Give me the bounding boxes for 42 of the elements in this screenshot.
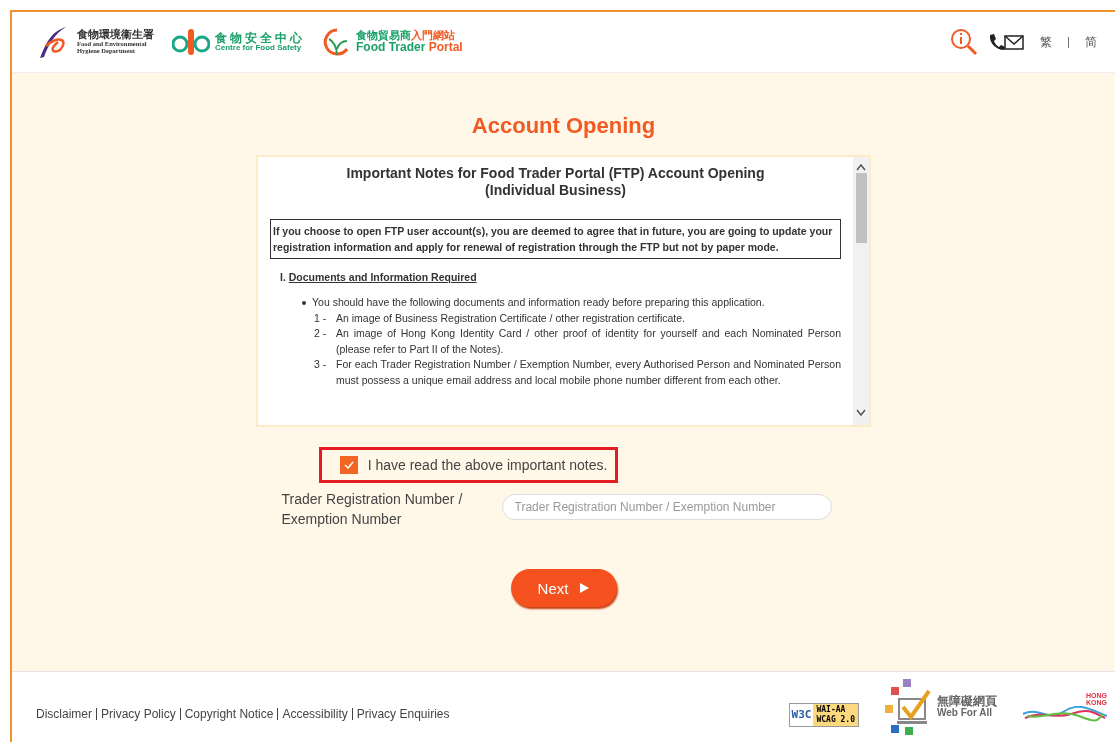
agree-checkbox[interactable]	[339, 456, 358, 474]
section-heading: I. Documents and Information Required	[279, 271, 478, 283]
logo-chinese-name: 食物安全中心	[215, 31, 305, 45]
language-link[interactable]: 繁	[1034, 33, 1058, 51]
scroll-down-icon[interactable]	[856, 409, 866, 417]
scroll-thumb[interactable]	[855, 173, 867, 243]
notes-heading: (Individual Business)	[484, 182, 627, 199]
phone-mail-icon[interactable]	[988, 33, 1024, 51]
ribbon-logo-icon	[1023, 706, 1107, 722]
logo-english-name: Centre for Food Safety	[215, 44, 303, 53]
item-number: 2 -	[314, 326, 328, 341]
item-text: An image of Business Registration Certificate / other registration certificate.	[336, 310, 686, 326]
item-text: An image of Hong Kong Identity Card / other proof of identity for yourself and each Nominated Person (please refer to Part II of the Notes).	[336, 326, 841, 357]
web-for-all-label: Web For All	[937, 708, 992, 719]
notes-heading: Important Notes for Food Trader Portal (FTP) Account Opening	[345, 165, 766, 182]
cfs-logo-icon	[172, 27, 210, 57]
play-icon	[580, 583, 590, 593]
agreement-statement: If you choose to open FTP user account(s), you are deemed to agree that in future, you are going to update your registration information and apply for renewal of registration through the FTP but not by paper mode.	[270, 219, 841, 259]
bullet-icon	[302, 301, 306, 305]
item-number: 3 -	[314, 357, 328, 372]
footer-link[interactable]: Disclaimer	[36, 707, 92, 721]
checkmark-icon	[343, 461, 354, 469]
footer-link[interactable]: Copyright Notice	[184, 707, 274, 721]
info-search-icon[interactable]	[950, 28, 978, 56]
footer-link[interactable]: Accessibility	[282, 707, 348, 721]
agree-label: I have read the above important notes.	[367, 457, 608, 473]
item-text: For each Trader Registration Number / Exemption Number, every Authorised Person and Nominated Person must possess a unique email address and local mobile phone number different from each other.	[336, 357, 841, 388]
footer-link[interactable]: Privacy Enquiries	[356, 707, 450, 721]
field-label: Trader Registration Number / Exemption Number	[281, 490, 464, 529]
logo-chinese-name: 食物環境衞生署	[77, 29, 154, 41]
web-for-all-chinese: 無障礙網頁	[937, 695, 997, 709]
logo-chinese-name: 食物貿易商入門網站	[356, 29, 455, 42]
page-title: Account Opening	[471, 113, 656, 139]
scroll-up-icon[interactable]	[856, 163, 866, 171]
footer-link[interactable]: Privacy Policy	[101, 707, 176, 721]
logo-english-name: Food Trader Portal	[356, 41, 463, 55]
scrollbar[interactable]	[853, 157, 869, 425]
leaf-logo-icon	[323, 27, 351, 57]
bullet-text: You should have the following documents and information ready before preparing this application.	[312, 295, 765, 310]
item-number: 1 -	[314, 310, 328, 326]
registration-number-field[interactable]: Trader Registration Number / Exemption Number	[501, 494, 832, 520]
language-link[interactable]: 简	[1079, 33, 1103, 51]
